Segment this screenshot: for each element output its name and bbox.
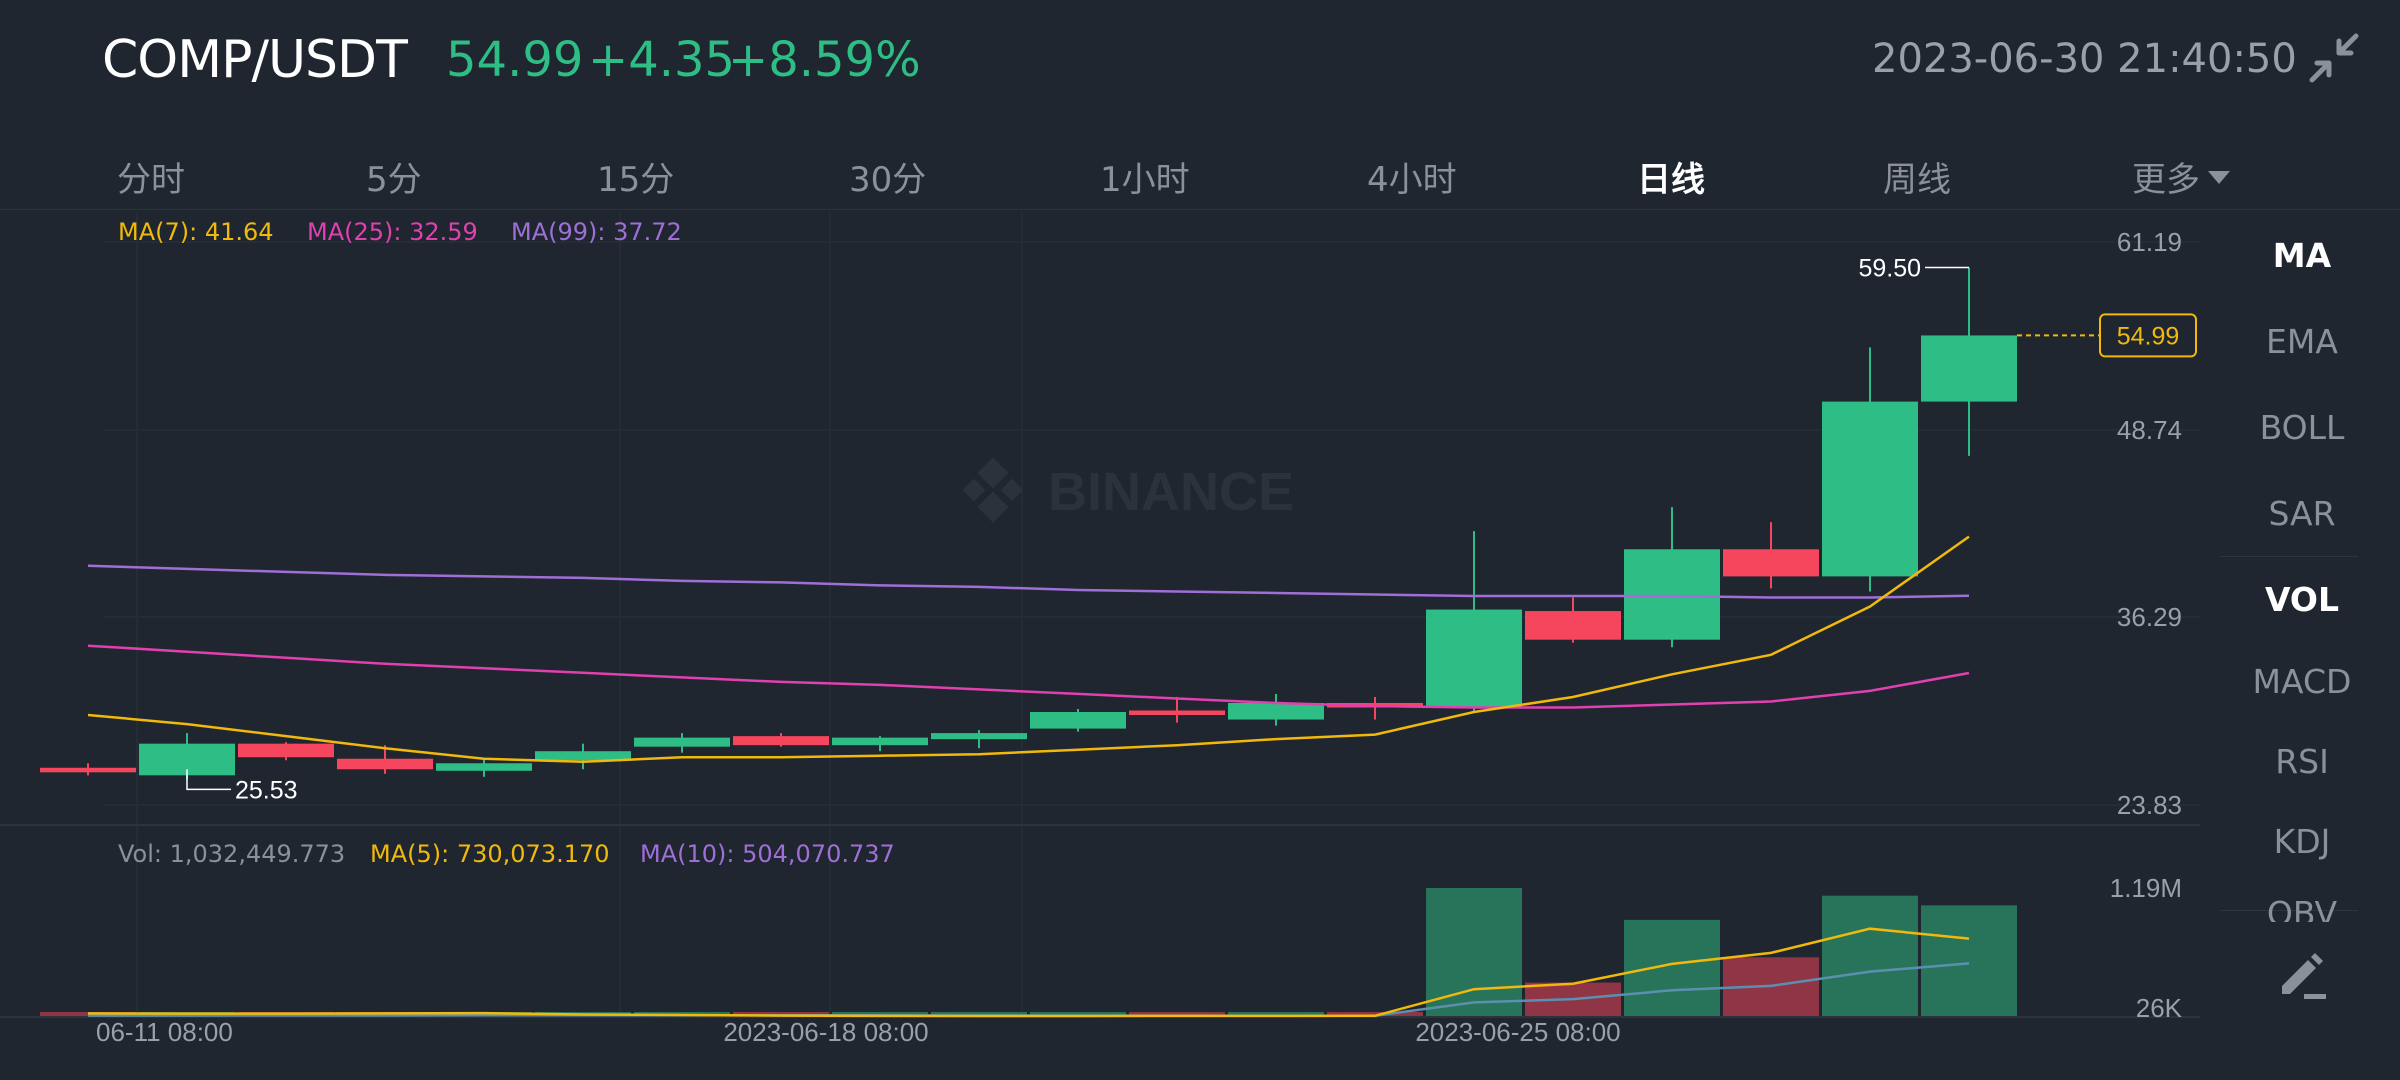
candle-body xyxy=(1921,335,2017,402)
indicator-vol[interactable]: VOL xyxy=(2232,580,2372,619)
indicator-kdj[interactable]: KDJ xyxy=(2232,822,2372,861)
candle-body xyxy=(1426,609,1522,708)
candle xyxy=(634,733,730,753)
ma25-line xyxy=(87,644,1970,709)
candle xyxy=(1030,709,1126,732)
volume-bars xyxy=(40,888,2017,1016)
high-price-label: 59.50 xyxy=(1858,254,1921,282)
kline-screen: COMP/USDT 54.99 +4.35 +8.59% 2023-06-30 … xyxy=(0,0,2400,1080)
legend-volume: Vol: 1,032,449.773 xyxy=(118,840,346,868)
candle-body xyxy=(1525,611,1621,640)
binance-watermark-logo: BINANCE xyxy=(962,457,1294,523)
indicator-boll[interactable]: BOLL xyxy=(2232,408,2372,447)
price-axis-label: 36.29 xyxy=(2117,602,2182,632)
candle xyxy=(40,763,136,776)
candle-body xyxy=(238,743,334,758)
candle xyxy=(931,730,1027,749)
indicator-obv-clipped[interactable]: OBV xyxy=(2232,900,2372,922)
candle xyxy=(1624,507,1720,648)
candle xyxy=(436,758,532,777)
volume-bar xyxy=(1921,905,2017,1016)
candle xyxy=(1822,347,1918,592)
indicator-sar[interactable]: SAR xyxy=(2232,494,2372,533)
candle xyxy=(1327,696,1423,720)
volume-axis: 1.19M 26K xyxy=(2110,873,2183,1023)
price-axis-label: 48.74 xyxy=(2117,415,2182,445)
candle-body xyxy=(1624,549,1720,640)
low-price-label: 25.53 xyxy=(235,776,298,804)
indicator-ma[interactable]: MA xyxy=(2232,236,2372,275)
candle-body xyxy=(436,763,532,771)
candle xyxy=(1723,522,1819,589)
candle-body xyxy=(634,737,730,747)
date-axis-label: 2023-06-18 08:00 xyxy=(723,1017,928,1047)
date-axis-label: 2023-06-25 08:00 xyxy=(1415,1017,1620,1047)
watermark-text: BINANCE xyxy=(1048,462,1294,522)
last-price-tag-label: 54.99 xyxy=(2117,322,2180,350)
candle-body xyxy=(1723,549,1819,577)
indicator-divider xyxy=(2220,556,2358,557)
price-axis-label: 61.19 xyxy=(2117,227,2182,257)
legend-vol-ma5: MA(5): 730,073.170 xyxy=(370,840,610,868)
candle-body xyxy=(535,751,631,761)
candle xyxy=(733,733,829,747)
candle xyxy=(1525,597,1621,643)
legend-vol-ma10: MA(10): 504,070.737 xyxy=(640,840,895,868)
candle-body xyxy=(1822,401,1918,577)
candle-body xyxy=(832,737,928,746)
volume-bar xyxy=(1426,888,1522,1016)
volume-bar xyxy=(1624,919,1720,1016)
candle-body xyxy=(1228,702,1324,720)
candle-body xyxy=(40,767,136,773)
candle xyxy=(535,743,631,770)
candle xyxy=(832,736,928,752)
candle xyxy=(1921,267,2017,456)
indicator-rsi[interactable]: RSI xyxy=(2232,742,2372,781)
legend-ma99: MA(99): 37.72 xyxy=(511,218,682,246)
candle-body xyxy=(1030,712,1126,729)
candle xyxy=(1228,693,1324,726)
volume-bar xyxy=(1822,895,1918,1016)
date-axis-label: 06-11 08:00 xyxy=(96,1017,233,1047)
legend-ma25: MA(25): 32.59 xyxy=(307,218,478,246)
date-axis: 06-11 08:00 2023-06-18 08:00 2023-06-25 08… xyxy=(96,1017,1621,1047)
indicator-macd[interactable]: MACD xyxy=(2232,662,2372,701)
volume-axis-label: 26K xyxy=(2136,993,2183,1023)
candle xyxy=(337,745,433,774)
candle-body xyxy=(1129,710,1225,716)
kline-chart[interactable]: 61.19 48.74 36.29 23.83 1.19M 26K 06-11 08:00 2… xyxy=(0,0,2400,1080)
candle xyxy=(1426,531,1522,713)
volume-axis-label: 1.19M xyxy=(2110,873,2182,903)
candle-body xyxy=(931,733,1027,740)
candle-body xyxy=(733,736,829,746)
price-axis-label: 23.83 xyxy=(2117,790,2182,820)
indicator-ema[interactable]: EMA xyxy=(2232,322,2372,361)
candle-body xyxy=(337,758,433,770)
pencil-icon[interactable] xyxy=(2274,950,2330,1006)
legend-ma7: MA(7): 41.64 xyxy=(118,218,274,246)
indicator-obv[interactable]: OBV xyxy=(2232,900,2372,922)
candle xyxy=(238,742,334,761)
